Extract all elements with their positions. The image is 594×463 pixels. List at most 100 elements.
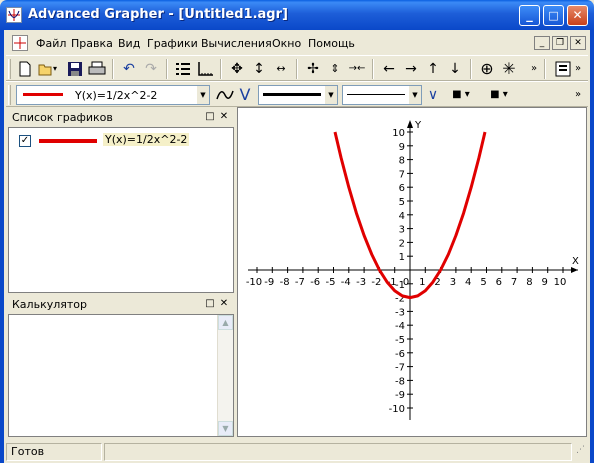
y-tick-label: -5 (395, 335, 405, 346)
line-width-select[interactable]: ▼ (258, 85, 338, 105)
x-tick-label: 9 (542, 277, 548, 288)
main-toolbar: ▾ ↶ ↷ ✥ ↕ ↔ ✢ ⇕ →← ← → ↑ ↓ ⊕ ✳ » » (6, 55, 588, 81)
scroll-up-icon[interactable]: ▲ (218, 315, 233, 330)
move-vertical-icon[interactable]: ↕ (248, 58, 270, 80)
menu-view[interactable]: Вид (118, 37, 140, 50)
up-arrow-icon[interactable]: ↑ (422, 58, 444, 80)
menu-file[interactable]: Файл (36, 37, 66, 50)
calculator-scrollbar[interactable]: ▲ ▼ (217, 315, 233, 436)
cross-icon[interactable]: ⊕ (476, 58, 498, 80)
close-icon[interactable]: ✕ (218, 297, 230, 311)
minimize-button[interactable]: _ (519, 5, 540, 26)
settings-icon[interactable] (552, 58, 574, 80)
close-icon[interactable]: ✕ (218, 110, 230, 124)
down-arrow-icon[interactable]: ↓ (444, 58, 466, 80)
more-icon-2[interactable]: » (572, 58, 584, 80)
graph-toolbar: Y(x)=1/2x^2-2 ▼ V ▼ ▼ ∨ ■ ▾ ■ ▾ » (6, 81, 588, 107)
toolbar-separator (544, 59, 546, 79)
graph-plot-area[interactable]: -10 -9 -8 -7 -6 -5 -4 -3 -2 -1 0 1 2 3 4 5 6 7 8 9 10 -10 -9 -8… (237, 107, 587, 437)
toolbar-grip[interactable] (8, 85, 11, 105)
zoom-vertical-icon[interactable]: ⇕ (324, 58, 346, 80)
status-panel (104, 443, 572, 461)
undo-icon[interactable]: ↶ (118, 58, 140, 80)
menu-bar: Файл Правка Вид Графики Вычисления Окно … (4, 32, 590, 54)
mdi-close-button[interactable]: ✕ (570, 36, 586, 50)
scroll-down-icon[interactable]: ▼ (218, 421, 233, 436)
x-tick-label: 7 (511, 277, 517, 288)
toolbar-separator (296, 59, 298, 79)
new-icon[interactable] (14, 58, 36, 80)
x-axis-arrow (571, 267, 578, 273)
menu-window[interactable]: Окно (272, 37, 301, 50)
chevron-down-icon[interactable]: ▼ (325, 86, 337, 104)
x-tick-label: -10 (246, 277, 262, 288)
move-horizontal-icon[interactable]: ↔ (270, 58, 292, 80)
line-style-select[interactable]: ▼ (342, 85, 422, 105)
window-frame-right (590, 30, 594, 463)
x-tick-label: -2 (371, 277, 381, 288)
chevron-down-icon[interactable]: ▼ (409, 86, 421, 104)
y-tick-label: 10 (392, 128, 405, 139)
v-shape-icon[interactable]: V (234, 84, 256, 106)
print-icon[interactable] (86, 58, 108, 80)
undock-icon[interactable]: □ (204, 297, 216, 311)
mdi-restore-button[interactable]: ❐ (552, 36, 568, 50)
save-icon[interactable] (64, 58, 86, 80)
x-tick-label: -9 (264, 277, 274, 288)
chart-svg[interactable]: -10 -9 -8 -7 -6 -5 -4 -3 -2 -1 0 1 2 3 4 5 6 7 8 9 10-10-9-8… (238, 108, 586, 436)
toolbar-separator (112, 59, 114, 79)
maximize-button[interactable]: □ (543, 5, 564, 26)
undock-icon[interactable]: □ (204, 110, 216, 124)
document-icon[interactable] (12, 35, 28, 51)
y-tick-label: -3 (395, 307, 405, 318)
zoom-horizontal-icon[interactable]: →← (346, 58, 368, 80)
x-tick-label: 3 (450, 277, 456, 288)
graph-select[interactable]: Y(x)=1/2x^2-2 ▼ (16, 85, 210, 105)
graph-color-swatch (23, 93, 63, 96)
menu-help[interactable]: Помощь (308, 37, 355, 50)
graph-visible-checkbox[interactable]: ✓ (19, 135, 31, 147)
title-bar[interactable]: Advanced Grapher - [Untitled1.agr] _ □ ✕ (0, 0, 594, 30)
toolbar-grip[interactable] (8, 59, 11, 79)
graph-list-header: Список графиков □ ✕ (8, 109, 234, 126)
menu-graphs[interactable]: Графики (147, 37, 198, 50)
y-tick-label: -10 (389, 404, 405, 415)
zoom-in-icon[interactable]: ✢ (302, 58, 324, 80)
line-style-sample (347, 94, 405, 95)
x-tick-label: -5 (326, 277, 336, 288)
y-axis-label: Y (414, 120, 422, 131)
window-title: Advanced Grapher - [Untitled1.agr] (28, 7, 288, 22)
more-icon[interactable]: » (528, 58, 540, 80)
resize-grip-icon[interactable]: ⋰ (576, 445, 585, 455)
right-arrow-icon[interactable]: → (400, 58, 422, 80)
x-tick-label: 10 (554, 277, 567, 288)
menu-edit[interactable]: Правка (71, 37, 113, 50)
y-tick-label: 6 (399, 183, 405, 194)
graph-color-swatch (39, 139, 97, 143)
graph-list-icon[interactable] (172, 58, 194, 80)
marker-fill-select[interactable]: ■ ▾ (484, 84, 514, 106)
close-button[interactable]: ✕ (567, 5, 588, 26)
more-icon-3[interactable]: » (572, 84, 584, 106)
redo-icon[interactable]: ↷ (140, 58, 162, 80)
y-tick-label: 5 (399, 197, 405, 208)
axes-icon[interactable] (194, 58, 216, 80)
graph-label[interactable]: Y(x)=1/2x^2-2 (103, 133, 190, 146)
calculator-panel[interactable]: ▲ ▼ (8, 314, 234, 437)
left-arrow-icon[interactable]: ← (378, 58, 400, 80)
calculator-header: Калькулятор □ ✕ (8, 296, 234, 313)
move-all-icon[interactable]: ✥ (226, 58, 248, 80)
curve-icon[interactable] (214, 84, 236, 106)
mdi-minimize-button[interactable]: _ (534, 36, 550, 50)
app-icon[interactable] (6, 7, 22, 23)
v-shape-icon-2[interactable]: ∨ (422, 84, 444, 106)
x-tick-label: 4 (465, 277, 471, 288)
chevron-down-icon[interactable]: ▼ (197, 86, 209, 104)
x-tick-label: -4 (341, 277, 351, 288)
open-dropdown-icon[interactable]: ▾ (50, 58, 60, 80)
y-tick-label: 2 (399, 238, 405, 249)
marker-square-select[interactable]: ■ ▾ (446, 84, 476, 106)
star-icon[interactable]: ✳ (498, 58, 520, 80)
menu-calculations[interactable]: Вычисления (201, 37, 272, 50)
list-item[interactable]: ✓ Y(x)=1/2x^2-2 (19, 133, 219, 149)
